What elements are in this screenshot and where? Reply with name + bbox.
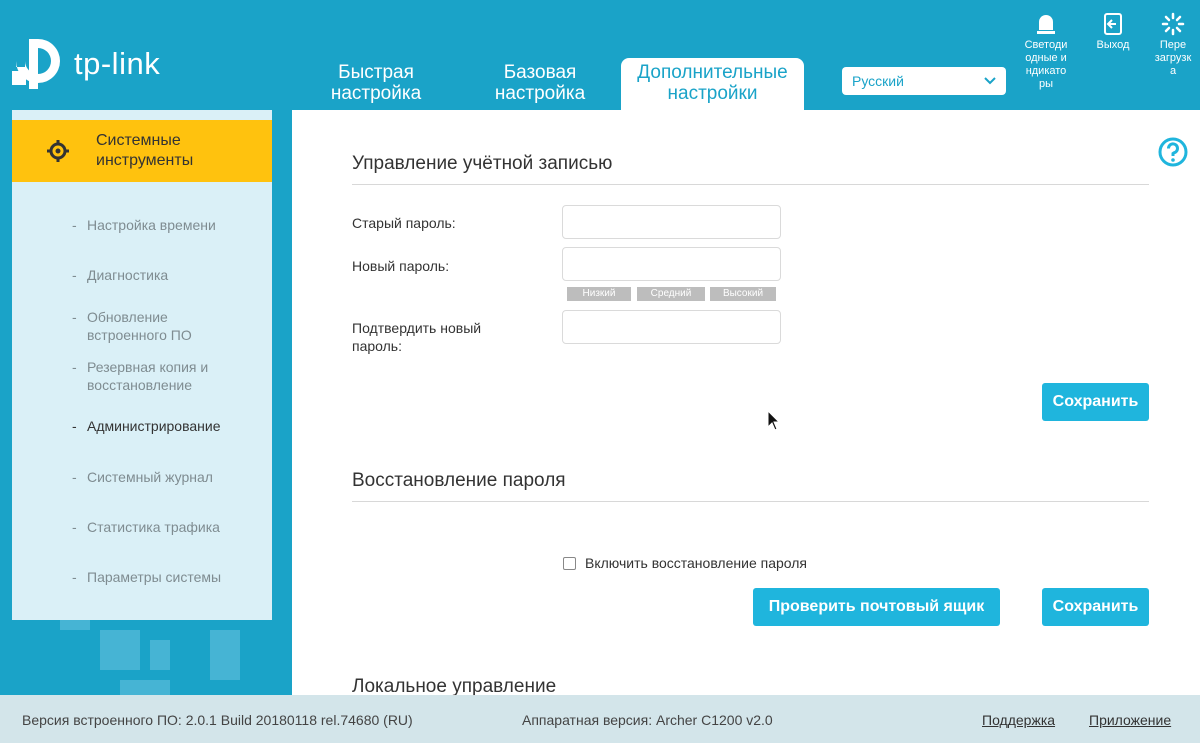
decor-square bbox=[100, 630, 140, 670]
label-line: инструменты bbox=[96, 152, 194, 169]
decor-square bbox=[120, 680, 170, 695]
decor-square bbox=[150, 640, 170, 670]
app-link[interactable]: Приложение bbox=[1089, 712, 1171, 728]
label: Диагностика bbox=[87, 267, 169, 283]
label-line: Системные bbox=[96, 132, 181, 149]
support-link[interactable]: Поддержка bbox=[982, 712, 1055, 728]
confirm-password-label: Подтвердить новый пароль: bbox=[352, 319, 481, 355]
dash: - bbox=[72, 519, 77, 535]
hardware-version: Аппаратная версия: Archer C1200 v2.0 bbox=[522, 712, 773, 728]
sidebar-item-backup[interactable]: - Резервная копия и восстановление bbox=[72, 358, 208, 394]
logo-text: tp-link bbox=[74, 46, 161, 81]
strength-low: Низкий bbox=[567, 287, 631, 301]
label: встроенного ПО bbox=[87, 327, 192, 343]
tab-label: настройка bbox=[494, 83, 586, 104]
reboot-label: Пере загрузк а bbox=[1154, 39, 1192, 77]
reboot-icon bbox=[1161, 12, 1185, 36]
help-icon bbox=[1158, 137, 1188, 167]
help-button[interactable] bbox=[1158, 137, 1188, 172]
label: Системный журнал bbox=[87, 469, 213, 485]
dash: - bbox=[72, 469, 77, 485]
recovery-section-title: Восстановление пароля bbox=[352, 470, 566, 491]
old-password-label: Старый пароль: bbox=[352, 215, 456, 231]
label: Параметры системы bbox=[87, 569, 222, 585]
logout-icon bbox=[1104, 13, 1122, 35]
top-header: tp-link Быстрая настройка Базовая настро… bbox=[0, 0, 1200, 110]
label: Обновление bbox=[87, 309, 168, 325]
new-password-label: Новый пароль: bbox=[352, 258, 450, 274]
check-mailbox-button[interactable]: Проверить почтовый ящик bbox=[753, 588, 1000, 626]
enable-recovery-label: Включить восстановление пароля bbox=[585, 555, 807, 571]
led-icon bbox=[1037, 15, 1055, 34]
sidebar-item-system-tools[interactable]: Системные инструменты bbox=[12, 120, 272, 182]
tp-link-logo-icon bbox=[12, 39, 60, 89]
dash: - bbox=[72, 309, 77, 325]
tab-label: Базовая bbox=[503, 62, 577, 83]
sidebar-item-system-log[interactable]: - Системный журнал bbox=[72, 468, 213, 486]
logout-label: Выход bbox=[1096, 39, 1130, 51]
dash: - bbox=[72, 569, 77, 585]
gear-icon bbox=[47, 140, 69, 162]
label: Резервная копия и bbox=[87, 359, 209, 375]
footer: Версия встроенного ПО: 2.0.1 Build 20180… bbox=[0, 695, 1200, 743]
dash: - bbox=[72, 418, 77, 434]
old-password-field[interactable] bbox=[562, 205, 781, 239]
confirm-password-field[interactable] bbox=[562, 310, 781, 344]
dash: - bbox=[72, 217, 77, 233]
logout-button[interactable]: Выход bbox=[1085, 12, 1141, 52]
leds-label: Светоди одные и ндикато ры bbox=[1024, 39, 1068, 90]
sidebar-item-administration[interactable]: - Администрирование bbox=[72, 417, 221, 435]
tab-label: настройки bbox=[667, 83, 758, 104]
tab-basic[interactable]: Базовая настройка bbox=[486, 62, 594, 104]
firmware-version: Версия встроенного ПО: 2.0.1 Build 20180… bbox=[22, 712, 413, 728]
label: Администрирование bbox=[87, 418, 221, 434]
reboot-button[interactable]: Пере загрузк а bbox=[1146, 12, 1200, 78]
sidebar-item-firmware[interactable]: - Обновление встроенного ПО bbox=[72, 308, 192, 344]
label: Статистика трафика bbox=[87, 519, 220, 535]
mouse-cursor-icon bbox=[767, 409, 781, 437]
strength-medium: Средний bbox=[637, 287, 705, 301]
sidebar-item-diagnostics[interactable]: - Диагностика bbox=[72, 266, 168, 284]
tab-label: Быстрая bbox=[338, 62, 414, 83]
strength-high: Высокий bbox=[710, 287, 776, 301]
label-line: Подтвердить новый bbox=[352, 320, 482, 336]
divider bbox=[352, 184, 1149, 185]
account-save-button[interactable]: Сохранить bbox=[1042, 383, 1149, 421]
tab-quick-setup[interactable]: Быстрая настройка bbox=[322, 62, 430, 104]
chevron-down-icon bbox=[984, 77, 996, 85]
sidebar-item-time[interactable]: - Настройка времени bbox=[72, 216, 216, 234]
tab-label: Дополнительные bbox=[637, 62, 788, 83]
dash: - bbox=[72, 267, 77, 283]
tab-advanced[interactable]: Дополнительные настройки bbox=[621, 58, 804, 110]
decor-square bbox=[210, 630, 240, 680]
sidebar-item-traffic-stats[interactable]: - Статистика трафика bbox=[72, 518, 220, 536]
leds-button[interactable]: Светоди одные и ндикато ры bbox=[1018, 12, 1074, 91]
tp-link-logo[interactable]: tp-link bbox=[12, 35, 160, 93]
recovery-save-button[interactable]: Сохранить bbox=[1042, 588, 1149, 626]
sidebar-active-label: Системные инструменты bbox=[96, 131, 193, 171]
language-value: Русский bbox=[852, 73, 904, 89]
sidebar-item-system-params[interactable]: - Параметры системы bbox=[72, 568, 221, 586]
dash: - bbox=[72, 359, 77, 375]
label-line: пароль: bbox=[352, 338, 402, 354]
account-section-title: Управление учётной записью bbox=[352, 153, 613, 174]
tab-label: настройка bbox=[330, 83, 422, 104]
divider bbox=[352, 501, 1149, 502]
label: восстановление bbox=[87, 377, 193, 393]
enable-recovery-checkbox[interactable] bbox=[563, 557, 576, 570]
language-select[interactable]: Русский bbox=[842, 67, 1006, 95]
label: Настройка времени bbox=[87, 217, 216, 233]
new-password-field[interactable] bbox=[562, 247, 781, 281]
